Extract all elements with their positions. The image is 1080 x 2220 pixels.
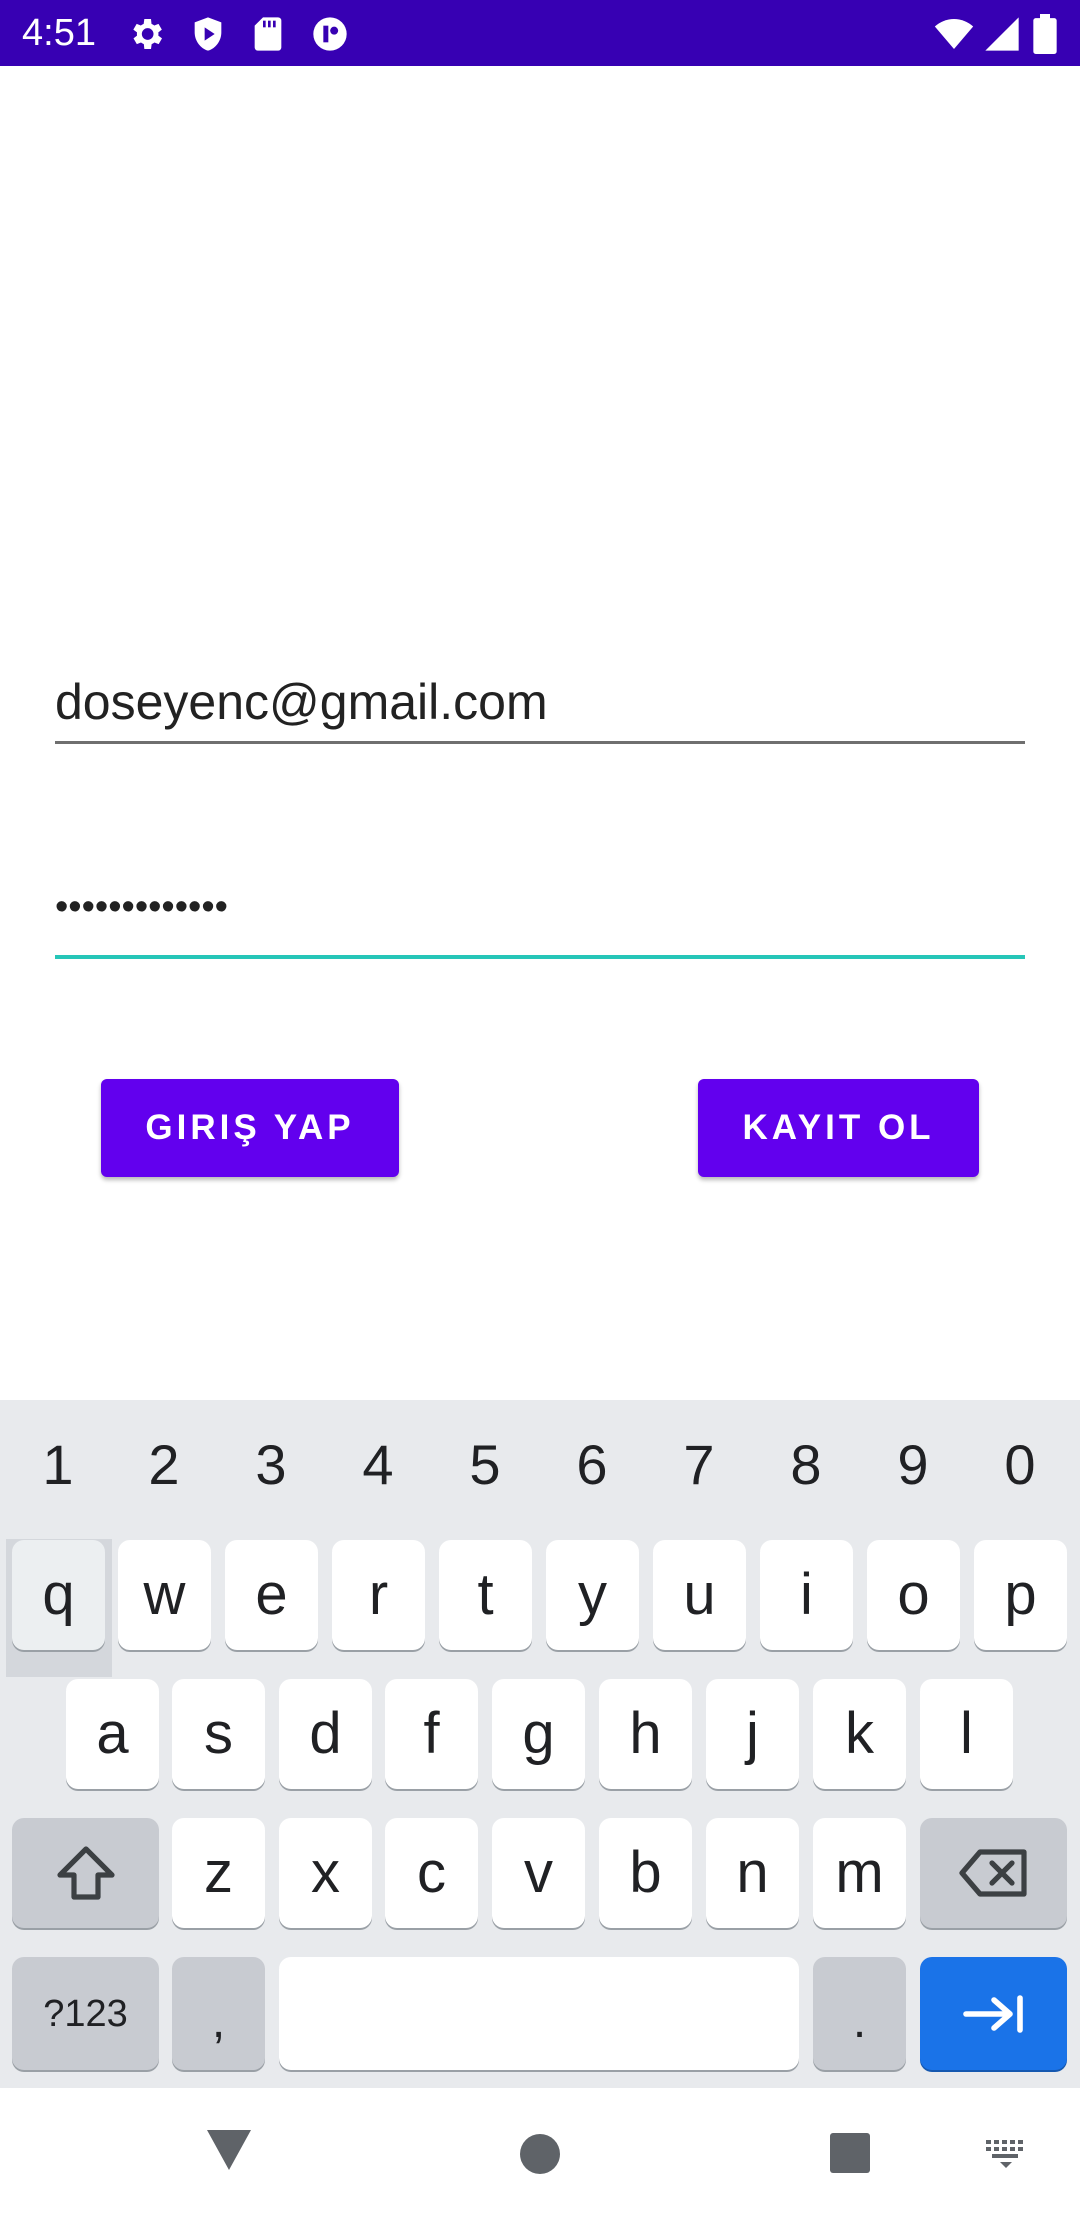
key-4[interactable]: 4 <box>328 1430 428 1500</box>
next-key[interactable] <box>920 1957 1067 2070</box>
key-a[interactable]: a <box>66 1679 159 1789</box>
key-m[interactable]: m <box>813 1818 906 1928</box>
comma-label: , <box>211 1995 226 2048</box>
wifi-icon <box>934 14 974 54</box>
key-n[interactable]: n <box>706 1818 799 1928</box>
key-h[interactable]: h <box>599 1679 692 1789</box>
email-field[interactable]: doseyenc@gmail.com <box>55 665 1025 744</box>
key-0[interactable]: 0 <box>970 1430 1070 1500</box>
space-bar[interactable] <box>279 1957 799 2070</box>
key-o[interactable]: o <box>867 1540 960 1650</box>
shift-key[interactable] <box>12 1818 159 1928</box>
notification-icon <box>310 14 350 54</box>
login-button[interactable]: GIRIŞ YAP <box>101 1079 399 1177</box>
key-d[interactable]: d <box>279 1679 372 1789</box>
backspace-key[interactable] <box>920 1818 1067 1928</box>
back-icon[interactable] <box>205 2128 253 2172</box>
status-bar: 4:51 <box>0 0 1080 66</box>
key-e[interactable]: e <box>225 1540 318 1650</box>
key-2[interactable]: 2 <box>114 1430 214 1500</box>
backspace-icon <box>958 1848 1030 1898</box>
period-key[interactable]: . <box>813 1957 906 2070</box>
symbols-key[interactable]: ?123 <box>12 1957 159 2070</box>
key-q[interactable]: q <box>12 1540 105 1650</box>
key-v[interactable]: v <box>492 1818 585 1928</box>
key-l[interactable]: l <box>920 1679 1013 1789</box>
key-3[interactable]: 3 <box>221 1430 321 1500</box>
number-row: 1 2 3 4 5 6 7 8 9 0 <box>0 1430 1080 1500</box>
keyboard-switch-icon[interactable] <box>984 2138 1028 2170</box>
email-value: doseyenc@gmail.com <box>55 674 548 730</box>
period-label: . <box>852 1995 867 2048</box>
battery-icon <box>1030 14 1060 54</box>
key-y[interactable]: y <box>546 1540 639 1650</box>
home-icon[interactable] <box>518 2132 562 2176</box>
key-u[interactable]: u <box>653 1540 746 1650</box>
key-8[interactable]: 8 <box>756 1430 856 1500</box>
key-r[interactable]: r <box>332 1540 425 1650</box>
key-c[interactable]: c <box>385 1818 478 1928</box>
key-x[interactable]: x <box>279 1818 372 1928</box>
key-f[interactable]: f <box>385 1679 478 1789</box>
password-value: ••••••••••••• <box>55 886 228 928</box>
status-time: 4:51 <box>22 12 96 54</box>
key-j[interactable]: j <box>706 1679 799 1789</box>
shift-icon <box>54 1843 118 1903</box>
play-shield-icon <box>188 14 228 54</box>
register-button[interactable]: KAYIT OL <box>698 1079 979 1177</box>
signal-icon <box>982 14 1022 54</box>
gear-icon <box>126 14 166 54</box>
key-p[interactable]: p <box>974 1540 1067 1650</box>
password-field[interactable]: ••••••••••••• <box>55 875 1025 959</box>
sd-card-icon <box>248 14 288 54</box>
key-k[interactable]: k <box>813 1679 906 1789</box>
comma-key[interactable]: , <box>172 1957 265 2070</box>
soft-keyboard: 1 2 3 4 5 6 7 8 9 0 q w e r t y u i o p … <box>0 1400 1080 2088</box>
key-b[interactable]: b <box>599 1818 692 1928</box>
key-6[interactable]: 6 <box>542 1430 642 1500</box>
key-9[interactable]: 9 <box>863 1430 963 1500</box>
navigation-bar <box>0 2088 1080 2220</box>
key-t[interactable]: t <box>439 1540 532 1650</box>
key-5[interactable]: 5 <box>435 1430 535 1500</box>
key-g[interactable]: g <box>492 1679 585 1789</box>
recents-icon[interactable] <box>829 2132 871 2174</box>
key-7[interactable]: 7 <box>649 1430 749 1500</box>
key-1[interactable]: 1 <box>8 1430 108 1500</box>
key-s[interactable]: s <box>172 1679 265 1789</box>
key-z[interactable]: z <box>172 1818 265 1928</box>
key-i[interactable]: i <box>760 1540 853 1650</box>
next-tab-icon <box>962 1994 1026 2034</box>
key-w[interactable]: w <box>118 1540 211 1650</box>
